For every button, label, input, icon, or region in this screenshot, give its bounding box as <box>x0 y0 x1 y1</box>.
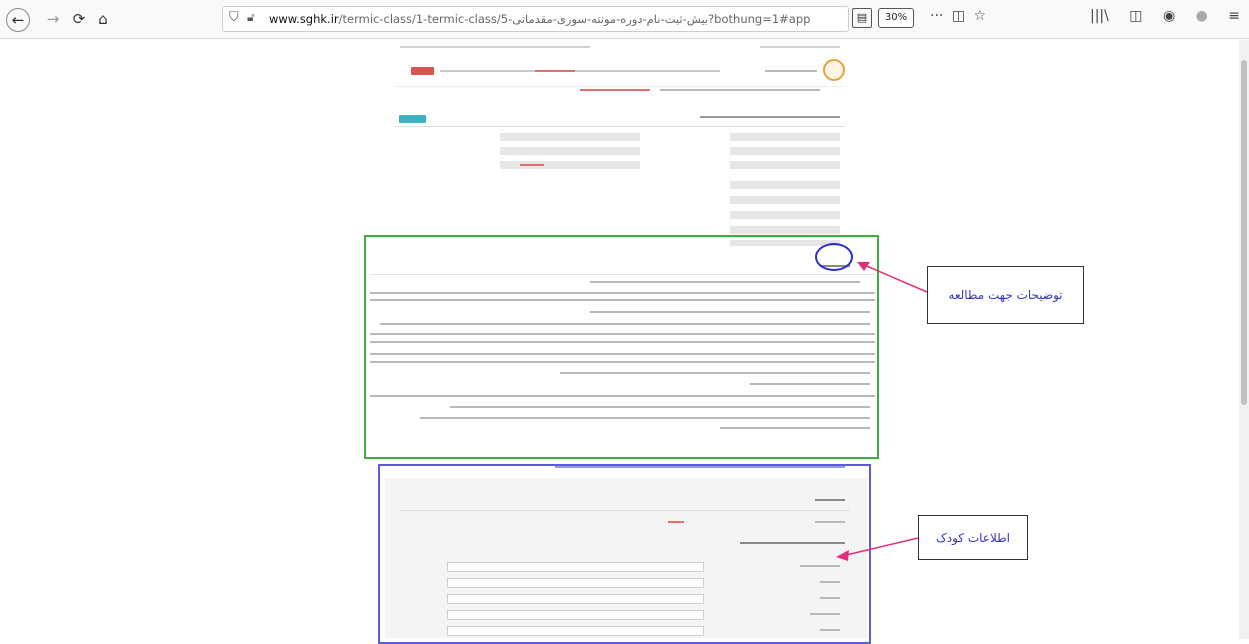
study-notes-callout: توضیحات جهت مطالعه <box>927 266 1084 324</box>
scrollbar-thumb[interactable] <box>1241 60 1247 405</box>
arrow-line-child <box>841 537 919 557</box>
child-info-callout: اطلاعات کودک <box>918 515 1028 560</box>
arrowhead-child <box>836 550 849 561</box>
arrow-line-notes <box>861 263 928 293</box>
